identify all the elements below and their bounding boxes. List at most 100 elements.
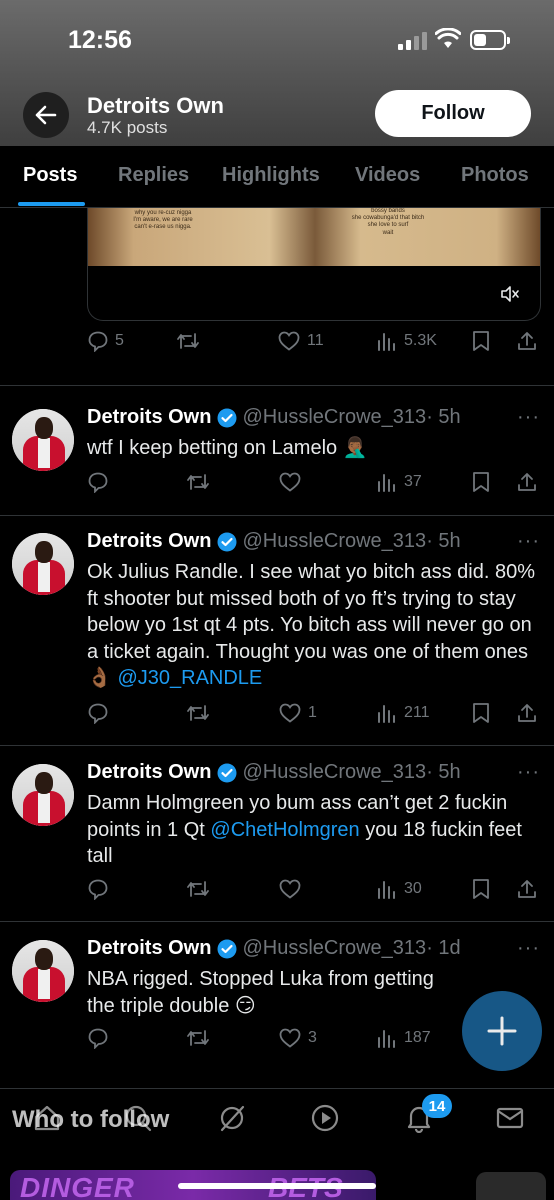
tab-highlights[interactable]: Highlights <box>222 164 320 187</box>
notifications-badge: 14 <box>422 1094 452 1118</box>
share-icon <box>518 704 536 722</box>
share-button[interactable] <box>516 330 538 352</box>
avatar[interactable] <box>12 764 74 826</box>
author-name[interactable]: Detroits Own <box>87 937 211 960</box>
tweet-header: Detroits Own @HussleCrowe_313 · 1d <box>87 937 461 960</box>
reply-button[interactable]: 5 <box>87 330 124 352</box>
tweet-actions: 1 211 <box>87 702 542 732</box>
tweet-header: Detroits Own @HussleCrowe_313 · 5h <box>87 761 461 784</box>
views-icon <box>378 333 395 351</box>
like-button[interactable]: 1 <box>278 702 317 724</box>
status-time: 12:56 <box>68 26 132 54</box>
share-icon <box>518 332 536 350</box>
tweet-time: · 5h <box>426 761 461 783</box>
author-handle[interactable]: @HussleCrowe_313 <box>242 530 426 553</box>
battery-icon <box>470 30 510 50</box>
tab-replies[interactable]: Replies <box>118 164 189 187</box>
author-name[interactable]: Detroits Own <box>87 406 211 429</box>
verified-badge-icon <box>217 532 237 551</box>
heart-icon <box>279 472 301 492</box>
like-button[interactable]: 11 <box>277 330 324 352</box>
heart-icon <box>278 331 300 351</box>
heart-icon <box>279 703 301 723</box>
plus-icon <box>487 1016 517 1046</box>
reply-button[interactable] <box>87 878 109 900</box>
reply-icon <box>88 703 108 724</box>
more-options-icon[interactable]: ··· <box>517 530 540 553</box>
author-handle[interactable]: @HussleCrowe_313 <box>242 761 426 784</box>
tweet-actions: 37 <box>87 471 542 501</box>
tweet-text: Damn Holmgreen yo bum ass can’t get 2 fu… <box>87 790 542 870</box>
repost-button[interactable] <box>185 1027 211 1049</box>
like-button[interactable]: 3 <box>278 1027 317 1049</box>
divider <box>0 921 554 922</box>
tab-posts[interactable]: Posts <box>23 164 77 187</box>
repost-button[interactable] <box>175 330 207 352</box>
grok-icon[interactable] <box>217 1103 247 1133</box>
repost-button[interactable] <box>185 878 211 900</box>
tab-videos[interactable]: Videos <box>355 164 420 187</box>
views-button[interactable]: 5.3K <box>376 330 437 352</box>
tweet-header: Detroits Own @HussleCrowe_313 · 5h <box>87 530 461 553</box>
cellular-signal-icon <box>398 32 428 50</box>
views-button[interactable]: 30 <box>376 878 422 900</box>
bookmark-button[interactable] <box>471 878 491 900</box>
reply-button[interactable] <box>87 1027 109 1049</box>
more-options-icon[interactable]: ··· <box>517 406 540 429</box>
share-button[interactable] <box>516 702 538 724</box>
mention-link[interactable]: @ChetHolmgren <box>210 819 359 841</box>
avatar[interactable] <box>12 533 74 595</box>
bookmark-button[interactable] <box>471 471 491 493</box>
avatar[interactable] <box>12 409 74 471</box>
post-media[interactable]: why you re-cuz nigga I'm aware, we are r… <box>87 208 541 321</box>
back-button[interactable] <box>23 92 69 138</box>
author-handle[interactable]: @HussleCrowe_313 <box>242 937 426 960</box>
repost-icon <box>187 705 209 721</box>
mute-icon[interactable] <box>500 286 520 302</box>
more-options-icon[interactable]: ··· <box>517 937 540 960</box>
tweet-header: Detroits Own @HussleCrowe_313 · 5h <box>87 406 461 429</box>
bookmark-icon <box>473 879 489 899</box>
views-button[interactable]: 211 <box>376 702 430 724</box>
bookmark-icon <box>473 703 489 723</box>
promo-card[interactable] <box>476 1172 546 1200</box>
heart-icon <box>279 879 301 899</box>
post-actions: 5 11 5.3K <box>87 330 542 360</box>
reply-button[interactable] <box>87 471 115 493</box>
tweet-actions: 30 <box>87 878 542 908</box>
media-caption-left: why you re-cuz nigga I'm aware, we are r… <box>133 210 193 231</box>
views-button[interactable]: 187 <box>376 1027 431 1049</box>
author-handle[interactable]: @HussleCrowe_313 <box>242 406 426 429</box>
share-button[interactable] <box>516 878 538 900</box>
views-button[interactable]: 37 <box>376 471 422 493</box>
more-options-icon[interactable]: ··· <box>517 761 540 784</box>
follow-button[interactable]: Follow <box>375 90 531 137</box>
reply-button[interactable] <box>87 702 109 724</box>
video-icon[interactable] <box>310 1103 340 1133</box>
bookmark-button[interactable] <box>471 330 491 352</box>
author-name[interactable]: Detroits Own <box>87 530 211 553</box>
profile-header: 12:56 Detroits Own 4.7K posts Follow <box>0 0 554 146</box>
author-name[interactable]: Detroits Own <box>87 761 211 784</box>
compose-button[interactable] <box>462 991 542 1071</box>
wifi-icon <box>435 28 461 48</box>
like-count: 1 <box>308 704 317 721</box>
avatar[interactable] <box>12 940 74 1002</box>
messages-icon[interactable] <box>495 1103 525 1133</box>
reply-icon <box>88 472 108 493</box>
like-button[interactable] <box>278 878 302 900</box>
tab-photos[interactable]: Photos <box>461 164 529 187</box>
tweet-text: wtf I keep betting on Lamelo 🤦🏾‍♂️ <box>87 437 368 459</box>
reply-icon <box>88 331 108 352</box>
divider <box>0 745 554 746</box>
share-icon <box>518 880 536 898</box>
views-icon <box>378 881 395 899</box>
reply-icon <box>88 879 108 900</box>
like-button[interactable] <box>278 471 302 493</box>
repost-button[interactable] <box>185 702 211 724</box>
bookmark-button[interactable] <box>471 702 491 724</box>
media-caption-right: bossy bands she cowabunga'd that bitch s… <box>351 208 425 236</box>
mention-link[interactable]: @J30_RANDLE <box>117 667 262 689</box>
share-button[interactable] <box>516 471 538 493</box>
repost-button[interactable] <box>185 471 211 493</box>
